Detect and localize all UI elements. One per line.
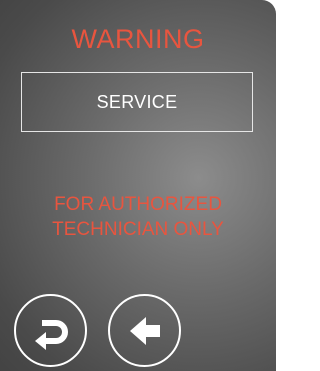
- message-line-1: FOR AUTHORIZED: [54, 194, 222, 215]
- service-button-label: SERVICE: [96, 91, 178, 112]
- message-line-2: TECHNICIAN ONLY: [52, 219, 224, 240]
- return-button[interactable]: [14, 294, 87, 367]
- return-icon: [34, 319, 68, 350]
- warning-screen: WARNING SERVICE FOR AUTHORIZED TECHNICIA…: [0, 0, 276, 371]
- service-button[interactable]: SERVICE: [21, 72, 253, 132]
- authorization-message: FOR AUTHORIZED TECHNICIAN ONLY: [0, 192, 276, 242]
- arrow-left-icon: [129, 316, 160, 345]
- warning-title: WARNING: [71, 24, 205, 54]
- back-button[interactable]: [108, 294, 181, 367]
